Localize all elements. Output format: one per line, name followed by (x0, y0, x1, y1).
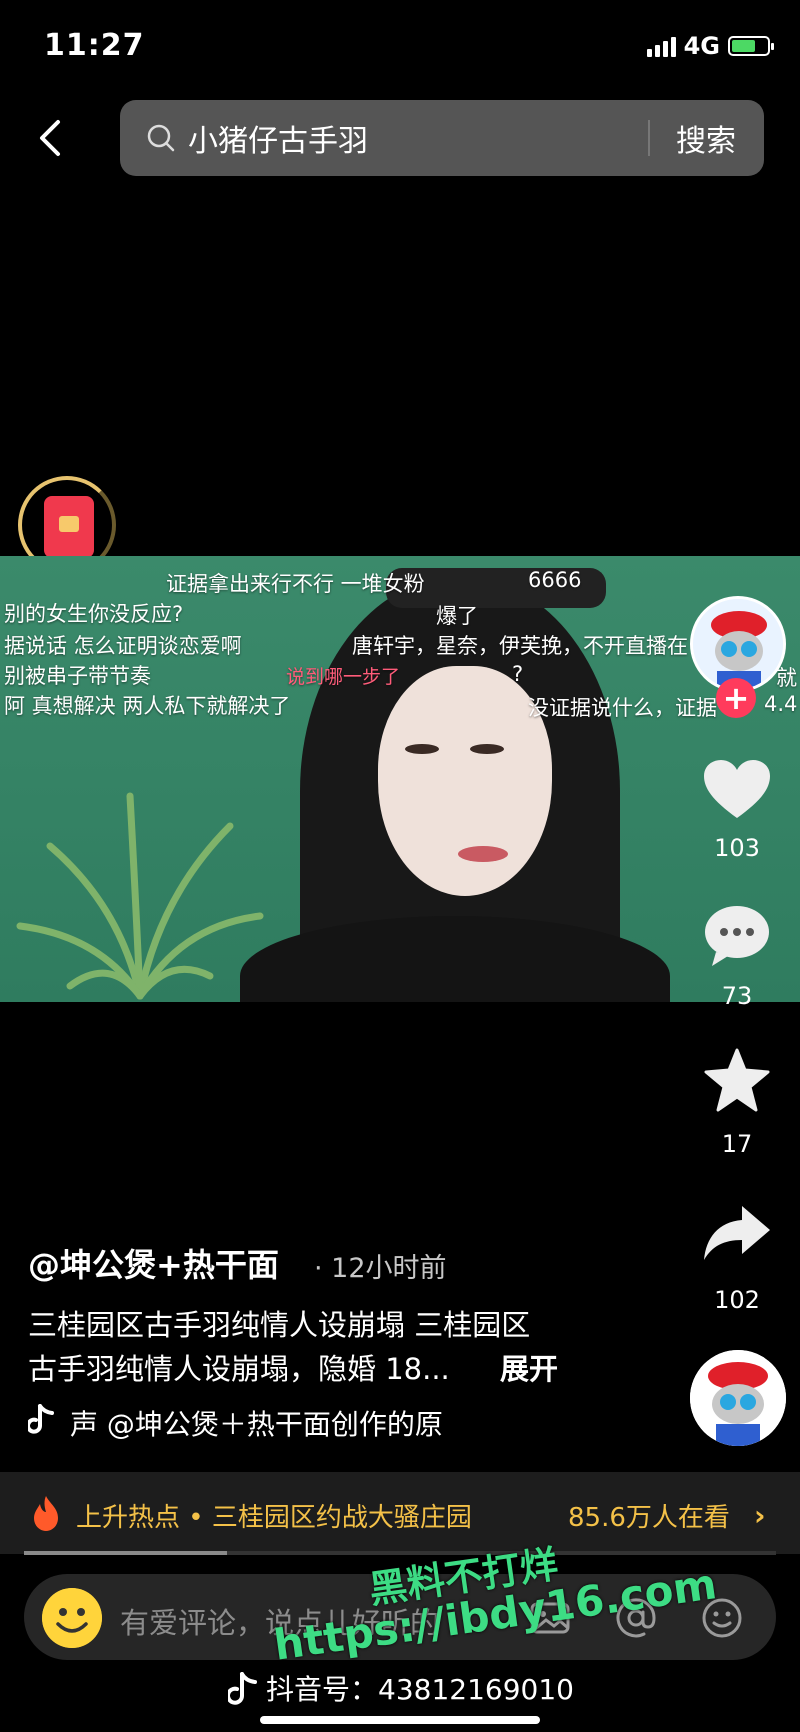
red-packet-icon[interactable] (44, 496, 94, 558)
danmu-comment: ? (512, 662, 524, 686)
video-progress-fill (24, 1551, 228, 1555)
douyin-logo-icon (228, 1672, 257, 1705)
share-icon[interactable] (702, 1202, 772, 1266)
lips (458, 846, 508, 862)
music-disc-avatar[interactable] (690, 1350, 786, 1446)
danmu-comment: 6666 (528, 568, 582, 592)
comment-icon[interactable] (702, 904, 772, 968)
plant-image (16, 792, 264, 1000)
status-time: 11:27 (44, 28, 145, 63)
search-icon (147, 124, 175, 152)
battery-icon (728, 36, 774, 56)
home-indicator[interactable] (260, 1716, 540, 1724)
hot-topic-title[interactable]: 上升热点 • 三桂园区约战大骚庄园 (76, 1497, 472, 1534)
danmu-comment: 证据拿出来行不行 一堆女粉 (166, 572, 425, 596)
network-label: 4G (683, 32, 720, 60)
cat-avatar-icon (693, 599, 783, 689)
expand-button[interactable]: 展开 (500, 1346, 558, 1388)
like-count: 103 (714, 834, 760, 862)
person-face (378, 666, 552, 896)
caption-line: 三桂园区古手羽纯情人设崩塌 三桂园区 (28, 1308, 531, 1342)
danmu-comment: 别被串子带节奏 (4, 664, 151, 688)
chevron-right-icon[interactable]: › (754, 1499, 766, 1532)
status-indicators: 4G (646, 32, 774, 60)
smiley-icon (42, 1588, 102, 1648)
danmu-comment: 据说话 怎么证明谈恋爱啊 (4, 634, 242, 658)
flame-icon (34, 1496, 58, 1531)
search-button[interactable]: 搜索 (676, 116, 736, 160)
heart-icon[interactable] (702, 758, 772, 822)
search-input[interactable]: 小猪仔古手羽 (188, 116, 648, 160)
video-player[interactable]: 证据拿出来行不行 一堆女粉 6666 别的女生你没反应? 爆了 据说话 怎么证明… (0, 556, 800, 1002)
cat-avatar-icon (690, 1350, 786, 1446)
author-name[interactable]: @坤公煲+热干面 (28, 1240, 279, 1286)
caption-line: 古手羽纯情人设崩塌，隐婚 18... (28, 1352, 450, 1386)
favorite-count: 17 (721, 1130, 753, 1158)
back-icon[interactable] (34, 118, 66, 158)
follow-plus-button[interactable]: + (716, 678, 756, 718)
danmu-comment: 阿 真想解决 两人私下就解决了 (4, 694, 291, 718)
danmu-comment: 别的女生你没反应? (4, 602, 184, 626)
douyin-id: 抖音号：43812169010 (266, 1673, 574, 1706)
danmu-comment: 爆了 (436, 604, 478, 628)
share-count: 102 (714, 1286, 760, 1314)
danmu-comment: 4.4 (764, 692, 798, 716)
music-title[interactable]: 声 @坤公煲＋热干面创作的原 (70, 1403, 443, 1443)
comment-count: 73 (721, 982, 753, 1010)
hot-viewer-count: 85.6万人在看 (568, 1503, 730, 1533)
star-icon[interactable] (702, 1048, 772, 1112)
music-note-icon (28, 1404, 54, 1434)
search-bar[interactable]: 小猪仔古手羽 搜索 (120, 100, 764, 176)
search-divider (648, 120, 650, 156)
post-time: · 12小时前 (314, 1253, 447, 1284)
left-eye (405, 744, 439, 754)
danmu-comment: 唐轩宇，星奈，伊芙挽，不开直播在 (352, 634, 688, 658)
danmu-comment: 说到哪一步了 (286, 666, 401, 688)
signal-icon (646, 35, 676, 57)
right-eye (470, 744, 504, 754)
danmu-comment: 没证据说什么，证据 (528, 696, 717, 720)
